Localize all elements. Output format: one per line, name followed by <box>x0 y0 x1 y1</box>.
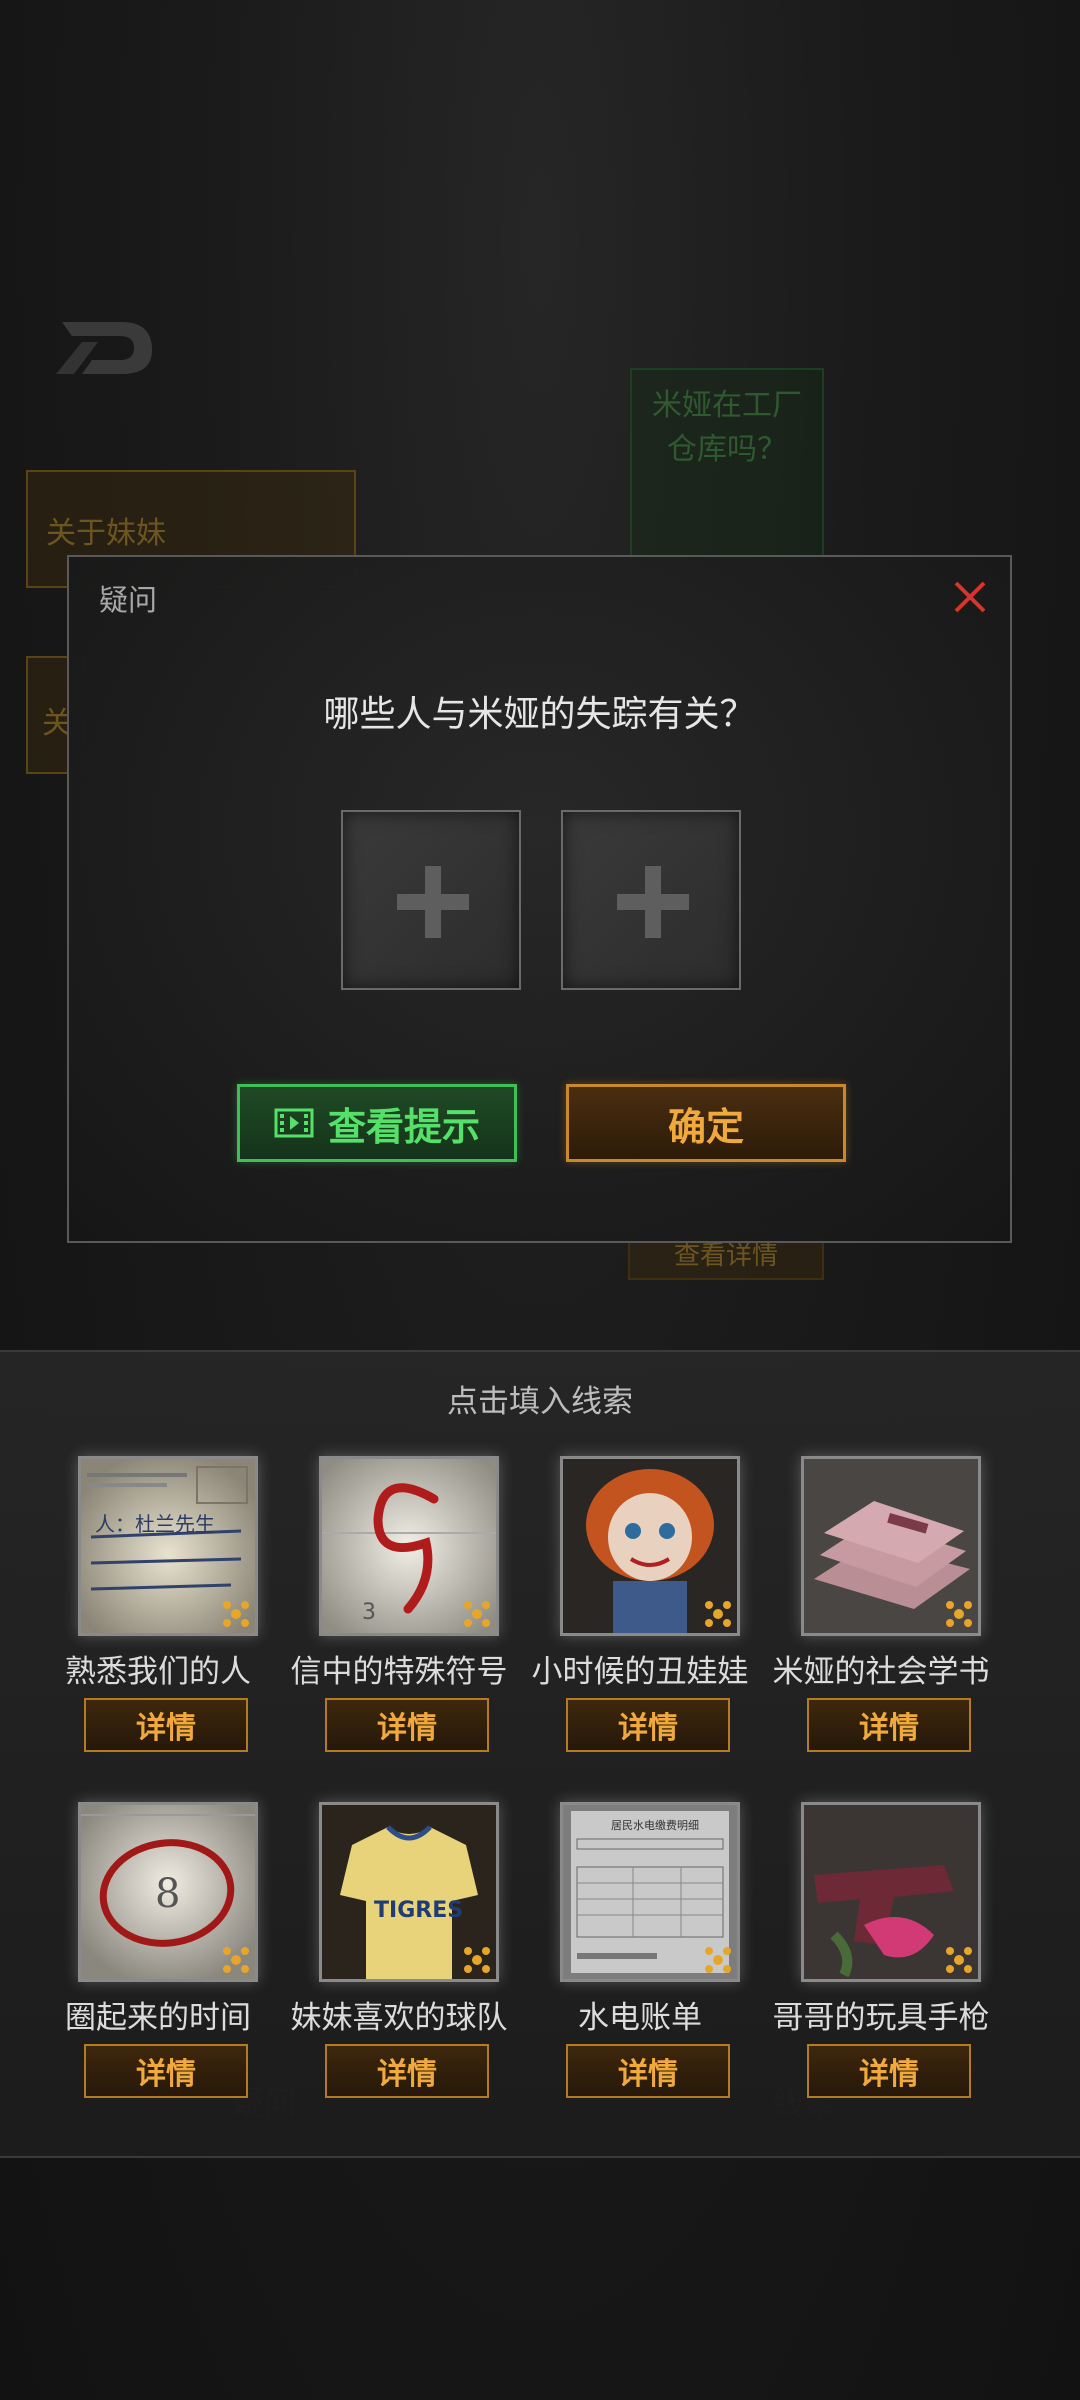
video-icon <box>274 1108 314 1138</box>
game-logo-icon <box>56 322 152 374</box>
dialog-title: 疑问 <box>99 583 158 617</box>
view-hint-button[interactable]: 查看提示 <box>237 1084 517 1162</box>
clue-thumbnail[interactable]: 3 <box>319 1456 499 1636</box>
clue-name: 米娅的社会学书 <box>772 1654 990 1690</box>
detail-button[interactable]: 详情 <box>325 1698 489 1752</box>
clue-thumbnail[interactable]: 人：杜兰先生 <box>78 1456 258 1636</box>
clue-thumbnail[interactable] <box>801 1456 981 1636</box>
gear-icon <box>946 1601 972 1627</box>
plus-icon <box>397 866 469 938</box>
clue-panel: 点击填入线索 人：杜兰先生 熟悉我们的人 详情 3 信中的特殊符号 详情 小时候… <box>0 1350 1080 2158</box>
answer-slot-1[interactable] <box>341 810 521 990</box>
clue-name: 小时候的丑娃娃 <box>531 1654 749 1690</box>
game-screen: 关于妹妹 关 米娅在工厂仓库吗？ 查看详情 疑问 线索 疑问 哪些人与米娅的失踪… <box>0 0 1080 2400</box>
gear-icon <box>223 1947 249 1973</box>
gear-icon <box>705 1947 731 1973</box>
bg-card-mia-factory: 米娅在工厂仓库吗？ <box>630 368 824 558</box>
detail-button[interactable]: 详情 <box>325 2044 489 2098</box>
gear-icon <box>705 1601 731 1627</box>
clue-item: 哥哥的玩具手枪 详情 <box>761 1802 1001 2132</box>
gear-icon <box>223 1601 249 1627</box>
detail-button[interactable]: 详情 <box>566 2044 730 2098</box>
svg-text:3: 3 <box>362 1600 376 1625</box>
clue-item: 3 信中的特殊符号 详情 <box>279 1456 519 1786</box>
clue-name: 圈起来的时间 <box>65 2000 251 2036</box>
clue-name: 水电账单 <box>578 2000 702 2036</box>
clue-item: 8 圈起来的时间 详情 <box>38 1802 278 2132</box>
clue-thumbnail[interactable] <box>801 1802 981 1982</box>
gear-icon <box>946 1947 972 1973</box>
svg-text:居民水电缴费明细: 居民水电缴费明细 <box>611 1818 699 1832</box>
clue-name: 熟悉我们的人 <box>65 1654 251 1690</box>
svg-text:TIGRES: TIGRES <box>374 1898 463 1923</box>
clue-item: 人：杜兰先生 熟悉我们的人 详情 <box>38 1456 278 1786</box>
clue-item: TIGRES 妹妹喜欢的球队 详情 <box>279 1802 519 2132</box>
detail-button[interactable]: 详情 <box>84 2044 248 2098</box>
question-dialog: 疑问 哪些人与米娅的失踪有关？ 查看提示 确定 <box>67 555 1012 1243</box>
clue-item: 小时候的丑娃娃 详情 <box>520 1456 760 1786</box>
svg-text:人：杜兰先生: 人：杜兰先生 <box>95 1512 215 1536</box>
plus-icon <box>617 866 689 938</box>
clue-thumbnail[interactable]: 8 <box>78 1802 258 1982</box>
confirm-button[interactable]: 确定 <box>566 1084 846 1162</box>
clue-thumbnail[interactable] <box>560 1456 740 1636</box>
answer-slot-2[interactable] <box>561 810 741 990</box>
clue-item: 米娅的社会学书 详情 <box>761 1456 1001 1786</box>
clue-name: 哥哥的玩具手枪 <box>772 2000 990 2036</box>
clue-thumbnail[interactable]: TIGRES <box>319 1802 499 1982</box>
clue-name: 妹妹喜欢的球队 <box>290 2000 508 2036</box>
detail-button[interactable]: 详情 <box>807 1698 971 1752</box>
clue-thumbnail[interactable]: 居民水电缴费明细 <box>560 1802 740 1982</box>
svg-text:8: 8 <box>155 1871 180 1917</box>
close-icon[interactable] <box>950 577 990 617</box>
clue-name: 信中的特殊符号 <box>290 1654 508 1690</box>
question-text: 哪些人与米娅的失踪有关？ <box>323 694 756 735</box>
gear-icon <box>464 1601 490 1627</box>
clue-item: 居民水电缴费明细 水电账单 详情 <box>520 1802 760 2132</box>
detail-button[interactable]: 详情 <box>807 2044 971 2098</box>
clue-panel-title: 点击填入线索 <box>447 1384 633 1420</box>
gear-icon <box>464 1947 490 1973</box>
detail-button[interactable]: 详情 <box>566 1698 730 1752</box>
detail-button[interactable]: 详情 <box>84 1698 248 1752</box>
